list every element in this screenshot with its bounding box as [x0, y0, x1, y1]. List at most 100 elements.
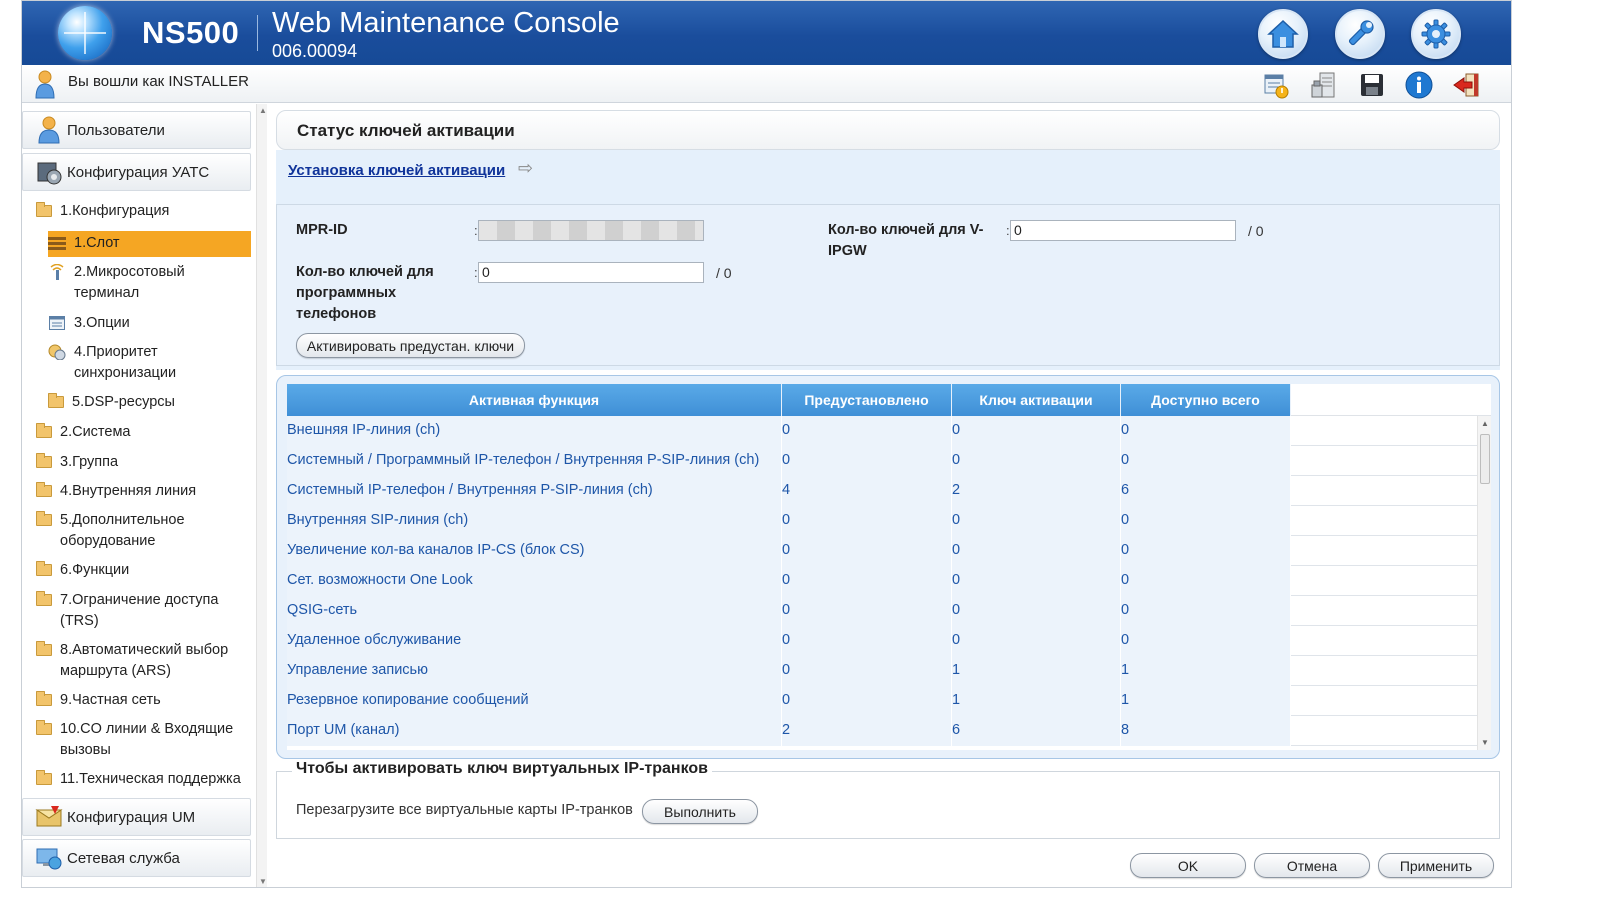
table-body: Внешняя IP-линия (ch) 0 0 0 Системный / Прог…: [287, 416, 1477, 746]
sidebar: Пользователи Конфигурация УАТС 1.Конфигу…: [22, 104, 267, 887]
table-row: Сет. возможности One Look 0 0 0: [287, 566, 1477, 596]
tree-label: 1.Слот: [74, 235, 120, 251]
info-button[interactable]: [1404, 71, 1434, 99]
tree-folder-system[interactable]: 2.Система: [36, 422, 131, 443]
cell-total-available: 0: [1121, 536, 1291, 566]
settings-button[interactable]: [1411, 9, 1461, 59]
tree-item-sync-priority[interactable]: 4.Приоритет синхронизации: [48, 342, 238, 384]
activate-preinstalled-keys-button[interactable]: Активировать предустан. ключи: [296, 333, 525, 358]
gear-icon: [1421, 19, 1451, 49]
tree-label: 2.Система: [60, 424, 131, 440]
network-service-icon: [35, 844, 63, 872]
sidebar-cat-network-label: Сетевая служба: [67, 849, 180, 867]
logout-icon: [1453, 73, 1479, 97]
folder-icon: [36, 770, 52, 785]
tree-folder-trs[interactable]: 7.Ограничение доступа (TRS): [36, 590, 236, 632]
user-bar: Вы вошли как INSTALLER: [22, 65, 1511, 103]
cell-activation-key: 6: [952, 716, 1121, 746]
tree-label: 8.Автоматический выбор маршрута (ARS): [60, 642, 229, 679]
sidebar-cat-pbx-config[interactable]: Конфигурация УАТС: [22, 153, 251, 191]
options-icon: [48, 315, 66, 331]
cell-total-available: 0: [1121, 596, 1291, 626]
tree-label: 11.Техническая поддержка: [60, 771, 241, 787]
table-row: Внутренняя SIP-линия (ch) 0 0 0: [287, 506, 1477, 536]
tree-item-options[interactable]: 3.Опции: [48, 313, 130, 334]
pbx-config-icon: [35, 158, 63, 186]
maintenance-button[interactable]: [1335, 9, 1385, 59]
cell-activation-key: 1: [952, 656, 1121, 686]
activation-table-panel: Активная функция Предустановлено Ключ ак…: [276, 375, 1500, 759]
cell-activation-key: 0: [952, 506, 1121, 536]
tree-label: 5.DSP-ресурсы: [72, 394, 175, 410]
phone-system-button[interactable]: [1309, 71, 1339, 99]
install-keys-link[interactable]: Установка ключей активации: [288, 162, 505, 179]
cell-feature: Резервное копирование сообщений: [287, 686, 782, 716]
tree-label: 2.Микросотовый терминал: [74, 264, 185, 301]
logout-button[interactable]: [1452, 71, 1482, 99]
cancel-button[interactable]: Отмена: [1254, 853, 1370, 878]
page-title-text: Статус ключей активации: [297, 121, 515, 140]
scroll-down-arrow-icon[interactable]: ▼: [259, 877, 267, 886]
vipgw-keys-label: Кол-во ключей для V-IPGW: [828, 222, 984, 259]
table-scrollbar[interactable]: ▲ ▼: [1477, 416, 1491, 750]
mpr-id-label: MPR-ID: [296, 222, 348, 238]
tree-folder-configuration[interactable]: 1.Конфигурация: [36, 201, 169, 222]
cell-activation-key: 0: [952, 566, 1121, 596]
sidebar-cat-users[interactable]: Пользователи: [22, 111, 251, 149]
tree-folder-extension[interactable]: 4.Внутренняя линия: [36, 481, 196, 502]
folder-icon: [36, 720, 52, 735]
tree-folder-co-lines[interactable]: 10.CO линии & Входящие вызовы: [36, 719, 241, 761]
table-row: Внешняя IP-линия (ch) 0 0 0: [287, 416, 1477, 446]
scroll-up-arrow-icon[interactable]: ▲: [1481, 419, 1489, 428]
arrow-right-icon: ⇨: [518, 158, 534, 178]
tree-folder-ars[interactable]: 8.Автоматический выбор маршрута (ARS): [36, 640, 246, 682]
phone-system-icon: [1311, 72, 1335, 98]
um-config-icon: [35, 803, 63, 831]
home-icon: [1267, 19, 1299, 48]
column-header-preinstalled[interactable]: Предустановлено: [782, 384, 952, 416]
tree-label: 7.Ограничение доступа (TRS): [60, 592, 219, 629]
sidebar-cat-um-config[interactable]: Конфигурация UM: [22, 798, 251, 836]
softphone-keys-total: / 0: [716, 265, 732, 281]
cell-activation-key: 2: [952, 476, 1121, 506]
sidebar-scrollbar[interactable]: ▲ ▼: [256, 104, 267, 887]
tree-folder-private-network[interactable]: 9.Частная сеть: [36, 690, 161, 711]
cell-feature: Удаленное обслуживание: [287, 626, 782, 656]
sidebar-cat-network[interactable]: Сетевая служба: [22, 839, 251, 877]
scroll-down-arrow-icon[interactable]: ▼: [1481, 738, 1489, 747]
tree-folder-optional-device[interactable]: 5.Дополнительное оборудование: [36, 510, 221, 552]
execute-button[interactable]: Выполнить: [642, 799, 758, 824]
tree-label: 5.Дополнительное оборудование: [60, 512, 185, 549]
scroll-up-arrow-icon[interactable]: ▲: [259, 106, 267, 115]
cell-activation-key: 0: [952, 416, 1121, 446]
cell-feature: Порт UM (канал): [287, 716, 782, 746]
ok-button[interactable]: OK: [1130, 853, 1246, 878]
tree-item-micro-cell[interactable]: 2.Микросотовый терминал: [48, 262, 238, 304]
column-header-feature[interactable]: Активная функция: [287, 384, 782, 416]
home-button[interactable]: [1258, 9, 1308, 59]
cell-preinstalled: 0: [782, 416, 952, 446]
column-header-total-available[interactable]: Доступно всего: [1121, 384, 1291, 416]
antenna-icon: [48, 264, 66, 280]
users-icon: [35, 116, 63, 144]
folder-icon: [36, 591, 52, 606]
table-header: Активная функция Предустановлено Ключ ак…: [287, 384, 1491, 416]
save-button[interactable]: [1357, 71, 1387, 99]
cell-preinstalled: 0: [782, 626, 952, 656]
tree-folder-group[interactable]: 3.Группа: [36, 452, 118, 473]
report-button[interactable]: [1261, 71, 1291, 99]
cell-preinstalled: 2: [782, 716, 952, 746]
mpr-id-field: [478, 220, 704, 241]
column-header-activation-key[interactable]: Ключ активации: [952, 384, 1121, 416]
table-row: Управление записью 0 1 1: [287, 656, 1477, 686]
scrollbar-thumb[interactable]: [1480, 434, 1490, 484]
cell-feature: Внутренняя SIP-линия (ch): [287, 506, 782, 536]
tree-item-slot[interactable]: 1.Слот: [48, 231, 251, 257]
table-row: Системный IP-телефон / Внутренняя P-SIP-…: [287, 476, 1477, 506]
cell-feature: Увеличение кол-ва каналов IP-CS (блок CS…: [287, 536, 782, 566]
tree-item-dsp-resources[interactable]: 5.DSP-ресурсы: [48, 392, 175, 413]
tree-folder-maintenance[interactable]: 11.Техническая поддержка: [36, 769, 241, 790]
apply-button[interactable]: Применить: [1378, 853, 1494, 878]
cell-total-available: 1: [1121, 656, 1291, 686]
tree-folder-features[interactable]: 6.Функции: [36, 560, 129, 581]
